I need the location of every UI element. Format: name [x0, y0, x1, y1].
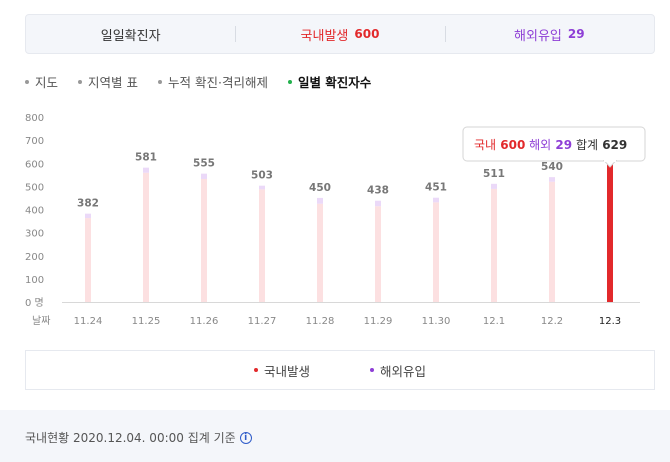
bullet-icon [287, 79, 292, 84]
domestic-label: 국내발생 [300, 28, 349, 44]
data-label: 450 [309, 182, 331, 194]
summary-domestic-cell: 국내발생 600 [235, 15, 444, 53]
bar-domestic [491, 188, 497, 302]
bar-domestic [317, 203, 323, 302]
data-label: 451 [425, 182, 447, 194]
bar-overseas [143, 167, 149, 173]
bar-overseas [85, 213, 91, 219]
x-tick-label: 11.28 [306, 316, 335, 327]
tooltip-text: 국내 600 해외 29 합계 629 [474, 138, 627, 152]
bar-overseas [433, 197, 439, 203]
bullet-icon [25, 79, 29, 84]
view-tabs: 지도 지역별 표 누적 확진·격리해제 일별 확진자수 [25, 72, 371, 91]
x-axis-label: 날짜 [32, 315, 50, 327]
tooltip-total-value: 629 [598, 138, 627, 152]
summary-overseas-cell: 해외유입 29 [444, 15, 654, 53]
bar-domestic [607, 163, 613, 302]
bar-overseas [259, 185, 265, 190]
tab-label: 지역별 표 [88, 75, 138, 90]
x-tick-label: 11.25 [132, 316, 161, 327]
tab-label: 누적 확진·격리해제 [168, 75, 268, 90]
domestic-value: 600 [354, 27, 380, 41]
y-tick-label: 700 [25, 136, 44, 147]
data-label: 555 [193, 158, 215, 170]
overseas-value: 29 [567, 27, 585, 41]
y-tick-label: 400 [25, 206, 44, 217]
legend-domestic[interactable]: 국내발생 [253, 361, 310, 380]
tab-region-table[interactable]: 지역별 표 [78, 72, 138, 91]
y-tick-label: 0 명 [25, 297, 44, 309]
legend-dot-icon [370, 368, 374, 372]
bar-overseas [491, 183, 497, 189]
data-label: 503 [251, 170, 273, 182]
tab-cumulative[interactable]: 누적 확진·격리해제 [158, 72, 268, 91]
y-tick-label: 300 [25, 229, 44, 240]
footer-note: 국내현황 2020.12.04. 00:00 집계 기준 i [25, 429, 252, 446]
tooltip-domestic-label: 국내 [474, 138, 496, 152]
bullet-icon [78, 79, 83, 84]
daily-cases-chart: 800 700 600 500 400 300 200 100 0 명날짜 382 11.24 581… [25, 113, 646, 327]
info-icon[interactable]: i [239, 431, 252, 444]
summary-title: 일일확진자 [100, 28, 161, 44]
bar-overseas [317, 197, 323, 204]
data-label: 511 [483, 168, 505, 180]
bar-overseas [375, 200, 381, 207]
bar-domestic [85, 218, 91, 302]
data-label: 382 [77, 198, 99, 210]
bar-domestic [259, 189, 265, 302]
data-label: 438 [367, 185, 389, 197]
x-tick-label: 11.27 [248, 316, 277, 327]
y-tick-label: 200 [25, 252, 44, 263]
x-tick-label: 12.2 [541, 316, 563, 327]
tab-daily-cases[interactable]: 일별 확진자수 [287, 72, 372, 91]
summary-title-cell: 일일확진자 [26, 15, 235, 53]
tab-label: 일별 확진자수 [297, 75, 372, 90]
tooltip-total-label: 합계 [572, 138, 598, 152]
overseas-label: 해외유입 [514, 28, 562, 44]
x-tick-label: 12.1 [483, 316, 505, 327]
chart-legend: 국내발생 해외유입 [25, 350, 655, 390]
bar-overseas [201, 173, 207, 179]
y-tick-label: 600 [25, 159, 44, 170]
tab-label: 지도 [35, 75, 59, 90]
y-tick-label: 500 [25, 182, 44, 193]
tooltip-pointer-mask [604, 159, 616, 162]
x-tick-label: 11.29 [364, 316, 393, 327]
bar-overseas [549, 177, 555, 182]
data-label: 581 [135, 152, 157, 164]
bar-domestic [433, 202, 439, 302]
data-label: 540 [541, 161, 563, 173]
tab-map[interactable]: 지도 [25, 72, 58, 91]
legend-dot-icon [253, 368, 258, 372]
bullet-icon [158, 79, 162, 84]
legend-overseas[interactable]: 해외유입 [370, 361, 426, 380]
bar-domestic [201, 178, 207, 302]
daily-summary-bar: 일일확진자 국내발생 600 해외유입 29 [25, 14, 655, 54]
footer: 국내현황 2020.12.04. 00:00 집계 기준 i [0, 410, 670, 462]
x-tick-label: 12.3 [599, 316, 621, 327]
y-tick-label: 800 [25, 113, 44, 124]
bar-domestic [375, 206, 381, 302]
legend-label: 해외유입 [380, 363, 427, 379]
bar-domestic [143, 172, 149, 302]
bar-domestic [549, 181, 555, 302]
y-tick-label: 100 [25, 275, 44, 286]
x-tick-label: 11.24 [74, 316, 103, 327]
footer-text: 국내현황 2020.12.04. 00:00 집계 기준 [25, 431, 236, 445]
x-tick-label: 11.26 [190, 316, 219, 327]
tooltip-overseas-label: 해외 [525, 138, 551, 152]
x-tick-label: 11.30 [422, 316, 451, 327]
tooltip-overseas-value: 29 [551, 138, 572, 152]
legend-label: 국내발생 [263, 363, 310, 379]
tooltip-domestic-value: 600 [496, 138, 525, 152]
